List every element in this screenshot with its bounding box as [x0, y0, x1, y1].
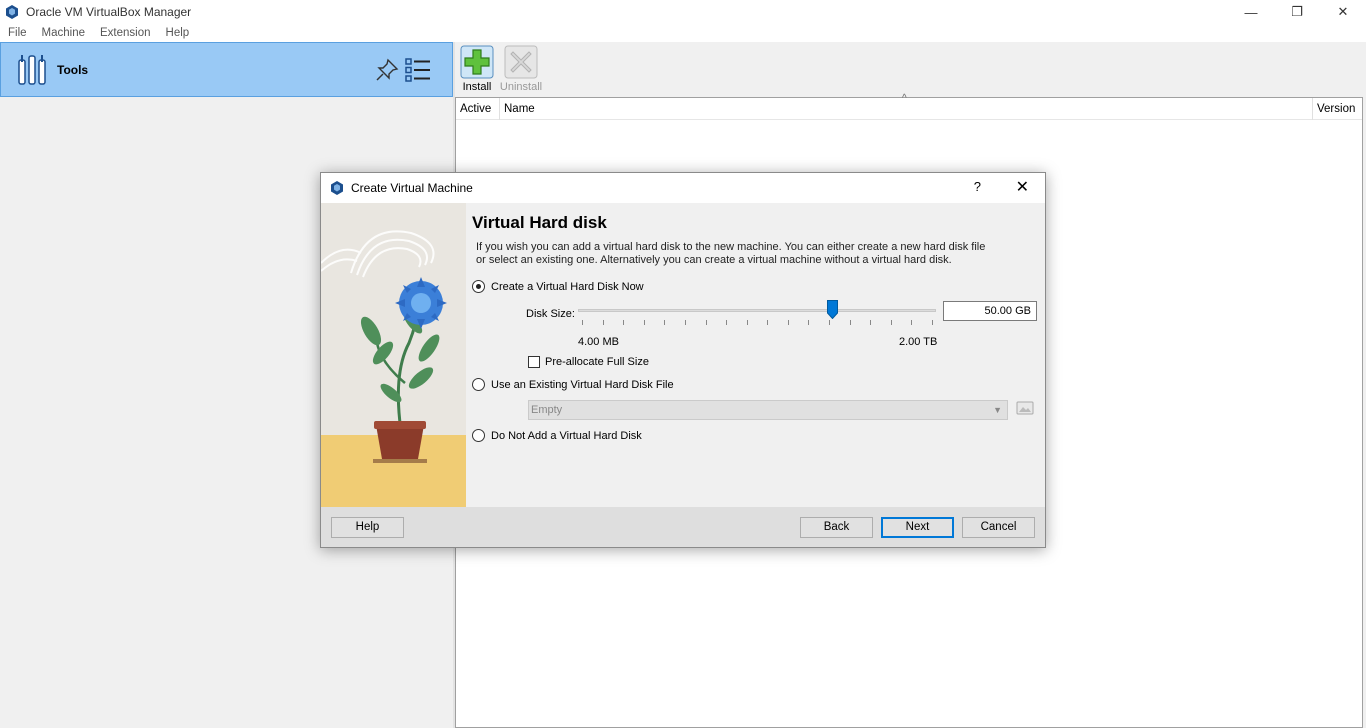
radio-create-disk-now-label: Create a Virtual Hard Disk Now — [491, 280, 644, 293]
preallocate-checkbox[interactable] — [528, 356, 540, 368]
slider-tick — [705, 320, 707, 325]
slider-tick — [602, 320, 604, 325]
menu-extension[interactable]: Extension — [92, 27, 158, 39]
dialog-body: Virtual Hard disk If you wish you can ad… — [321, 203, 1045, 507]
tools-label: Tools — [57, 62, 89, 77]
menu-machine[interactable]: Machine — [34, 27, 92, 39]
window-title-bar: Oracle VM VirtualBox Manager — ❐ ✕ — [0, 0, 1366, 24]
radio-do-not-add-disk-label: Do Not Add a Virtual Hard Disk — [491, 429, 642, 442]
uninstall-x-icon — [504, 45, 538, 79]
sort-up-icon: ^ — [902, 93, 907, 104]
page-description: If you wish you can add a virtual hard d… — [476, 241, 986, 266]
flower-pot-illustration — [321, 203, 466, 507]
slider-tick — [582, 320, 583, 325]
minimize-button[interactable]: — — [1228, 0, 1274, 24]
slider-tick — [890, 320, 892, 325]
tools-item[interactable]: Tools — [0, 42, 453, 97]
page-title: Virtual Hard disk — [472, 213, 607, 232]
existing-disk-combo[interactable]: Empty ▼ — [528, 400, 1008, 420]
radio-create-disk-now[interactable]: Create a Virtual Hard Disk Now — [472, 280, 644, 293]
existing-disk-combo-value: Empty — [531, 404, 563, 416]
help-button[interactable]: Help — [331, 517, 404, 538]
menu-file[interactable]: File — [0, 27, 34, 39]
radio-indicator[interactable] — [472, 378, 485, 391]
slider-tick — [643, 320, 645, 325]
slider-tick — [849, 320, 851, 325]
context-help-button[interactable]: ? — [974, 179, 981, 194]
dialog-title-bar: Create Virtual Machine ? ✕ — [321, 173, 1045, 203]
slider-tick — [623, 320, 625, 325]
radio-indicator-checked[interactable] — [472, 280, 485, 293]
window-title: Oracle VM VirtualBox Manager — [26, 5, 192, 19]
menubar: File Machine Extension Help — [0, 24, 1366, 42]
slider-tick — [787, 320, 789, 325]
radio-indicator[interactable] — [472, 429, 485, 442]
slider-tick — [664, 320, 666, 325]
next-button[interactable]: Next — [881, 517, 954, 538]
menu-help[interactable]: Help — [158, 27, 197, 39]
slider-tick — [684, 320, 686, 325]
cancel-button[interactable]: Cancel — [962, 517, 1035, 538]
slider-min-label: 4.00 MB — [578, 336, 619, 348]
uninstall-label: Uninstall — [499, 81, 543, 93]
column-header-active[interactable]: Active — [456, 98, 500, 120]
virtualbox-logo-icon — [331, 181, 343, 195]
slider-tick — [911, 320, 913, 325]
disk-size-slider-thumb[interactable] — [827, 300, 839, 319]
wizard-page-content: Virtual Hard disk If you wish you can ad… — [472, 203, 1044, 507]
close-button[interactable]: ✕ — [1320, 0, 1366, 24]
disk-size-input[interactable]: 50.00 GB — [943, 301, 1037, 321]
slider-tick — [726, 320, 728, 325]
preallocate-checkbox-row[interactable]: Pre-allocate Full Size — [528, 356, 649, 368]
slider-tick — [746, 320, 748, 325]
pin-icon[interactable] — [374, 57, 400, 83]
radio-use-existing-disk-label: Use an Existing Virtual Hard Disk File — [491, 378, 674, 391]
column-header-version[interactable]: Version — [1313, 98, 1362, 120]
slider-tick — [829, 320, 831, 325]
install-label: Install — [462, 81, 492, 93]
dialog-title: Create Virtual Machine — [351, 181, 473, 195]
dialog-close-button[interactable]: ✕ — [1016, 177, 1029, 197]
slider-max-label: 2.00 TB — [899, 336, 938, 348]
slider-ticks — [582, 320, 933, 326]
uninstall-button[interactable]: Uninstall — [499, 45, 543, 93]
slider-tick — [870, 320, 872, 325]
install-button[interactable]: Install — [455, 45, 499, 93]
extension-toolbar: Install Uninstall — [455, 42, 1366, 97]
restore-button[interactable]: ❐ — [1274, 0, 1320, 24]
virtualbox-logo-icon — [6, 5, 18, 19]
tools-icon — [18, 54, 46, 85]
radio-do-not-add-disk[interactable]: Do Not Add a Virtual Hard Disk — [472, 429, 642, 442]
back-button[interactable]: Back — [800, 517, 873, 538]
list-menu-icon[interactable] — [404, 56, 432, 84]
dialog-button-bar: Help Back Next Cancel — [321, 507, 1045, 547]
choose-disk-folder-icon[interactable] — [1016, 399, 1034, 417]
radio-use-existing-disk[interactable]: Use an Existing Virtual Hard Disk File — [472, 378, 674, 391]
create-vm-dialog: Create Virtual Machine ? ✕ Virtual Hard … — [320, 172, 1046, 548]
slider-tick — [767, 320, 769, 325]
disk-size-label: Disk Size: — [526, 308, 575, 320]
slider-tick — [808, 320, 810, 325]
disk-size-slider-track[interactable] — [578, 309, 936, 312]
chevron-down-icon: ▼ — [993, 405, 1002, 415]
install-plus-icon — [460, 45, 494, 79]
preallocate-label: Pre-allocate Full Size — [545, 356, 649, 368]
wizard-watermark-image — [321, 203, 466, 507]
table-header: Active Name Version ^ — [456, 93, 1362, 120]
slider-tick — [932, 320, 933, 325]
